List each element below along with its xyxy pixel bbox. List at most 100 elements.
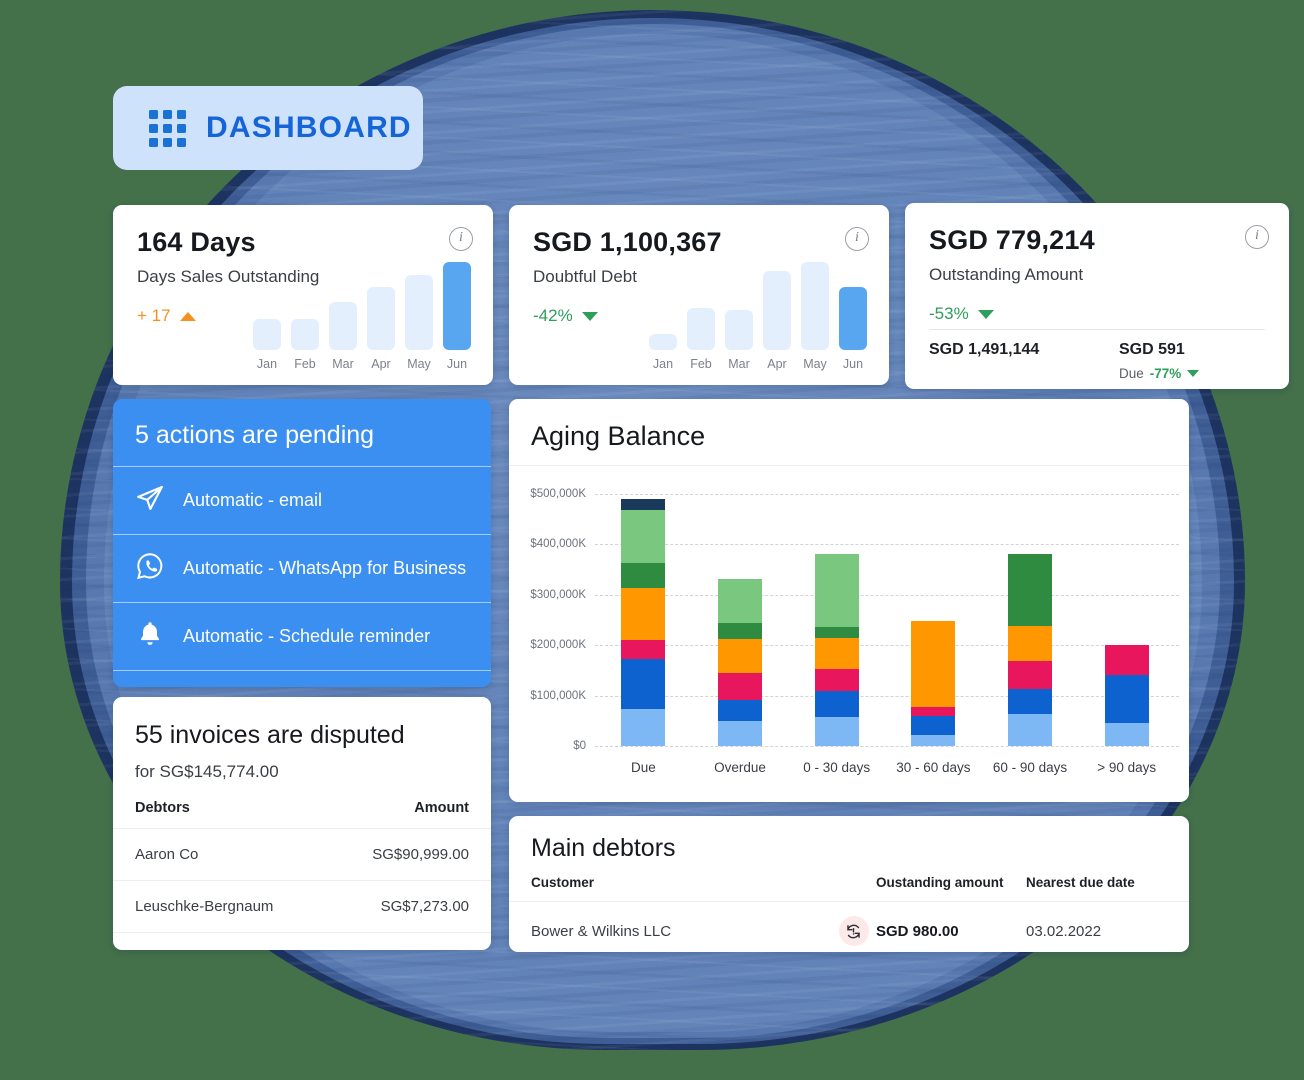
triangle-down-icon — [1187, 370, 1200, 377]
mini-bar — [443, 262, 471, 350]
bar-column[interactable]: 0 - 30 days — [788, 553, 885, 775]
kpi-secondary-right: SGD 591 Due -77% — [1119, 341, 1200, 381]
bar-segment-light-blue — [1104, 723, 1149, 746]
mini-bar-label: Jan — [652, 357, 674, 371]
mini-bar-column: Feb — [687, 307, 715, 371]
bar-segment-pink — [1008, 661, 1053, 690]
bar-segment-pink — [814, 668, 859, 691]
bar-segment-light-blue — [718, 721, 762, 746]
y-axis-tick-label: $200,000K — [530, 639, 586, 652]
bar-column[interactable]: 60 - 90 days — [982, 553, 1079, 775]
aging-balance-plot: $0 $100,000K $200,000K $300,000K $400,000K $5… — [530, 488, 1179, 775]
mini-bar-column: Jan — [253, 319, 281, 371]
kpi-value: SGD 779,214 — [929, 225, 1095, 255]
mini-bar-column: Jun — [443, 262, 471, 371]
bar-segment-blue — [814, 690, 859, 718]
bar-column[interactable]: Overdue — [692, 578, 789, 775]
y-axis-tick-label: $400,000K — [530, 538, 586, 551]
column-header-outstanding-amount: Oustanding amount — [876, 875, 1004, 890]
kpi-value: SGD 1,100,367 — [533, 227, 722, 257]
bar-segment-orange — [911, 621, 956, 707]
pending-action-label: Automatic - email — [183, 490, 323, 510]
kpi-delta: -53% — [929, 304, 1265, 324]
dashboard-header-chip[interactable]: DASHBOARD — [113, 86, 423, 170]
table-row[interactable]: Aaron Co SG$90,999.00 — [113, 828, 491, 880]
bar-column[interactable]: Due — [595, 499, 692, 775]
pending-actions-card: 5 actions are pending Automatic - email … — [113, 399, 491, 687]
main-debtors-card: Main debtors Customer Oustanding amount … — [509, 816, 1189, 952]
debtor-amount: SG$90,999.00 — [372, 846, 469, 863]
mini-bar-chart-dso: Jan Feb Mar Apr May Jun — [253, 261, 471, 371]
kpi-card-doubtful-debt[interactable]: SGD 1,100,367 Doubtful Debt -42% i Jan Fe… — [509, 205, 889, 385]
divider — [929, 329, 1265, 330]
disputed-heading: 55 invoices are disputed — [135, 721, 405, 749]
pending-action-label: Automatic - Schedule reminder — [183, 626, 431, 646]
bar-segment-light-green — [718, 578, 762, 624]
bar-segment-light-blue — [814, 717, 859, 746]
kpi-delta-value: -53% — [929, 304, 969, 323]
triangle-down-icon — [977, 309, 994, 319]
mini-bar-label: Jun — [842, 357, 864, 371]
mini-bar — [687, 307, 715, 350]
x-axis-tick-label: Overdue — [714, 760, 766, 775]
bar-segment-pink — [718, 673, 762, 700]
disputed-invoices-card: 55 invoices are disputed for SG$145,774.… — [113, 697, 491, 950]
table-row[interactable]: Leuschke-Bergnaum SG$7,273.00 — [113, 880, 491, 932]
alert-refresh-icon[interactable] — [838, 916, 869, 946]
bar-column[interactable]: 30 - 60 days — [885, 621, 982, 775]
bell-icon — [135, 619, 165, 654]
pending-action-whatsapp[interactable]: Automatic - WhatsApp for Business — [113, 534, 491, 602]
stacked-bar — [1104, 645, 1149, 746]
column-header-customer: Customer — [531, 875, 595, 890]
whatsapp-icon — [135, 551, 165, 586]
kpi-card-outstanding-amount[interactable]: SGD 779,214 Outstanding Amount -53% i SG… — [905, 203, 1289, 389]
bar-segment-dark-green — [814, 626, 859, 638]
pending-action-email[interactable]: Automatic - email — [113, 466, 491, 534]
customer-name: Bower & Wilkins LLC — [531, 922, 672, 940]
bar-segment-blue — [621, 659, 666, 709]
bar-segment-light-blue — [621, 708, 666, 746]
mini-bar-chart-doubtful-debt: Jan Feb Mar Apr May Jun — [649, 261, 867, 371]
info-icon[interactable]: i — [1245, 225, 1269, 249]
stacked-bar — [1008, 553, 1053, 746]
debtor-name: Aaron Co — [135, 846, 199, 863]
bar-column[interactable]: > 90 days — [1078, 645, 1175, 775]
bar-segment-blue — [911, 715, 956, 735]
y-axis-tick-label: $100,000K — [530, 689, 586, 702]
bar-segment-orange — [1008, 626, 1053, 662]
kpi-secondary-left: SGD 1,491,144 — [929, 341, 1039, 359]
y-axis-tick-label: $500,000K — [530, 488, 586, 500]
send-icon — [135, 483, 165, 518]
mini-bar-column: Mar — [725, 310, 753, 371]
bar-segment-dark-green — [718, 623, 762, 640]
x-axis-tick-label: 0 - 30 days — [803, 760, 871, 775]
dashboard-app: DASHBOARD 164 Days Days Sales Outstandin… — [0, 0, 1304, 1080]
bar-segment-light-blue — [911, 734, 956, 746]
mini-bar-column: Jan — [649, 334, 677, 371]
mini-bar-label: Mar — [332, 357, 354, 371]
pending-actions-view-all[interactable]: VIEW ALL — [113, 670, 491, 687]
info-icon[interactable]: i — [845, 227, 869, 251]
bar-segment-blue — [1008, 689, 1053, 715]
main-debtors-table-header: Customer Oustanding amount Nearest due d… — [509, 863, 1189, 901]
mini-bar — [725, 310, 753, 350]
pending-action-label: Automatic - WhatsApp for Business — [183, 558, 467, 578]
stacked-bar — [718, 578, 762, 746]
table-row[interactable]: Bower & Wilkins LLC SGD 980.00 03.02.202… — [509, 901, 1189, 952]
outstanding-amount: SGD 980.00 — [876, 922, 959, 940]
pending-action-reminder[interactable]: Automatic - Schedule reminder — [113, 602, 491, 670]
mini-bar-column: Apr — [367, 286, 395, 371]
mini-bar-label: Feb — [690, 357, 712, 371]
triangle-up-icon — [179, 311, 196, 321]
bar-segment-dark-green — [1008, 553, 1053, 627]
aging-balance-card: Aging Balance $0 $100,000K $200,000K $300,0… — [509, 399, 1189, 802]
nearest-due-date: 03.02.2022 — [1026, 922, 1102, 940]
info-icon[interactable]: i — [449, 227, 473, 251]
kpi-secondary-left-value: SGD 1,491,144 — [929, 341, 1040, 358]
gridline — [595, 746, 1179, 747]
divider — [509, 465, 1189, 466]
bar-segment-navy — [621, 499, 666, 511]
due-delta: -77% — [1149, 366, 1182, 381]
kpi-card-dso[interactable]: 164 Days Days Sales Outstanding + 17 i J… — [113, 205, 493, 385]
stacked-bar — [814, 553, 859, 746]
